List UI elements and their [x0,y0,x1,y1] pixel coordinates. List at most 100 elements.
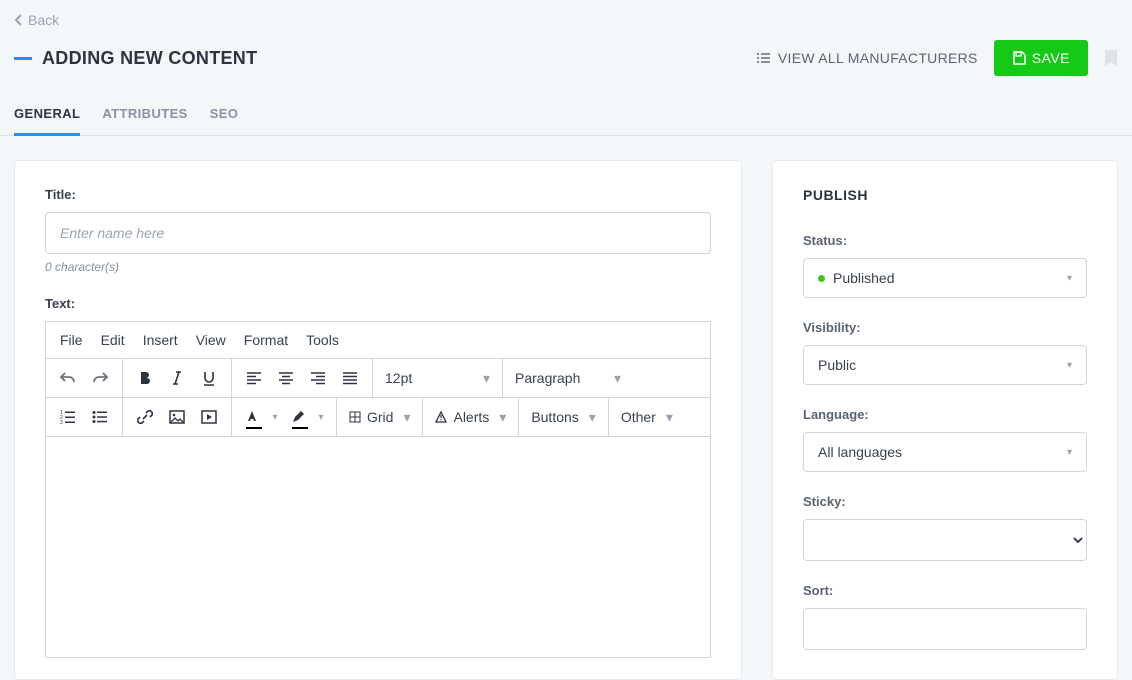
align-center-icon [278,371,294,385]
align-right-icon [310,371,326,385]
ordered-list-icon: 123 [60,410,76,424]
align-left-button[interactable] [238,362,270,394]
bg-color-button[interactable] [284,401,312,433]
chevron-left-icon [14,14,24,26]
tab-attributes[interactable]: ATTRIBUTES [102,96,187,136]
undo-button[interactable] [52,362,84,394]
alerts-dropdown[interactable]: Alerts ▾ [423,398,519,436]
status-value: Published [833,270,895,286]
other-label: Other [621,409,656,425]
chevron-down-icon: ▾ [499,409,506,426]
editor-wrap: Text: File Edit Insert View Format Tools [45,296,711,658]
header-right: VIEW ALL MANUFACTURERS SAVE [756,40,1118,76]
toolbar-row-2: 123 [46,398,710,437]
chevron-down-icon: ▾ [1067,273,1072,284]
align-left-icon [246,371,262,385]
back-label: Back [28,12,59,28]
unordered-list-icon [92,410,108,424]
unordered-list-button[interactable] [84,401,116,433]
grid-label: Grid [367,409,393,425]
char-count-text: character(s) [52,260,119,274]
align-center-button[interactable] [270,362,302,394]
tab-seo[interactable]: SEO [210,96,239,136]
text-color-icon [245,409,259,425]
media-icon [201,410,217,424]
image-button[interactable] [161,401,193,433]
alerts-label: Alerts [453,409,489,425]
visibility-select[interactable]: Public ▾ [803,345,1087,385]
bg-color-dropdown[interactable]: ▾ [312,401,330,433]
fontsize-select[interactable]: 12pt ▾ [373,359,503,397]
title-label: Title: [45,187,711,202]
char-count-num: 0 [45,260,52,274]
underline-icon [202,370,216,386]
align-right-button[interactable] [302,362,334,394]
chevron-down-icon: ▾ [589,409,596,426]
char-count: 0 character(s) [45,260,711,274]
redo-icon [91,370,109,386]
image-icon [169,410,185,424]
chevron-down-icon: ▾ [666,409,673,426]
italic-icon [171,370,183,386]
save-icon [1012,51,1026,65]
menu-view[interactable]: View [196,332,226,348]
view-all-label: VIEW ALL MANUFACTURERS [778,50,978,66]
view-all-link[interactable]: VIEW ALL MANUFACTURERS [756,50,978,66]
menu-insert[interactable]: Insert [143,332,178,348]
alert-icon [435,411,447,423]
redo-button[interactable] [84,362,116,394]
menu-format[interactable]: Format [244,332,288,348]
page-title: ADDING NEW CONTENT [42,48,257,69]
ordered-list-button[interactable]: 123 [52,401,84,433]
bold-icon [138,370,152,386]
align-justify-button[interactable] [334,362,366,394]
sort-input[interactable] [803,608,1087,650]
save-button[interactable]: SAVE [994,40,1088,76]
back-link[interactable]: Back [0,0,1132,32]
dash-icon [14,57,32,60]
text-color-dropdown[interactable]: ▾ [266,401,284,433]
chevron-down-icon: ▾ [614,370,621,387]
tab-general[interactable]: GENERAL [14,96,80,136]
underline-button[interactable] [193,362,225,394]
menu-edit[interactable]: Edit [101,332,125,348]
chevron-down-icon: ▾ [483,370,490,387]
format-select[interactable]: Paragraph ▾ [503,359,633,397]
visibility-value: Public [818,357,856,373]
menu-tools[interactable]: Tools [306,332,339,348]
link-button[interactable] [129,401,161,433]
bold-button[interactable] [129,362,161,394]
chevron-down-icon: ▾ [403,409,410,426]
page-header: ADDING NEW CONTENT VIEW ALL MANUFACTURER… [0,32,1132,96]
main-card: Title: 0 character(s) Text: File Edit In… [14,160,742,680]
fontsize-value: 12pt [385,370,412,386]
other-dropdown[interactable]: Other ▾ [609,398,685,436]
editor-body[interactable] [46,437,710,657]
chevron-down-icon: ▾ [1067,360,1072,371]
link-icon [137,409,153,425]
text-color-button[interactable] [238,401,266,433]
status-select[interactable]: Published ▾ [803,258,1087,298]
publish-card: PUBLISH Status: Published ▾ Visibility: … [772,160,1118,680]
sticky-select[interactable] [803,519,1087,561]
bookmark-icon[interactable] [1104,49,1118,67]
status-label: Status: [803,233,1087,248]
media-button[interactable] [193,401,225,433]
buttons-dropdown[interactable]: Buttons ▾ [519,398,609,436]
language-select[interactable]: All languages ▾ [803,432,1087,472]
text-label: Text: [45,296,711,311]
tabs: GENERAL ATTRIBUTES SEO [0,96,1132,136]
chevron-down-icon: ▾ [318,412,323,423]
title-input[interactable] [45,212,711,254]
visibility-label: Visibility: [803,320,1087,335]
italic-button[interactable] [161,362,193,394]
list-icon [756,52,770,64]
grid-dropdown[interactable]: Grid ▾ [337,398,423,436]
chevron-down-icon: ▾ [272,412,277,423]
content-row: Title: 0 character(s) Text: File Edit In… [0,136,1132,680]
undo-icon [59,370,77,386]
format-value: Paragraph [515,370,580,386]
status-dot-icon [818,275,825,282]
grid-icon [349,411,361,423]
menu-file[interactable]: File [60,332,83,348]
